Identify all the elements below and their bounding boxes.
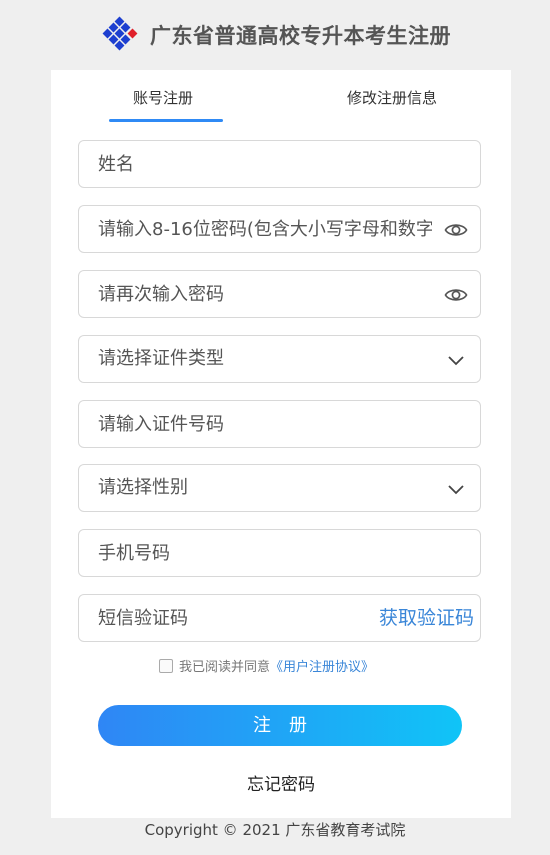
password-confirm-field (78, 270, 481, 318)
password-confirm-input[interactable] (79, 271, 480, 317)
eye-icon[interactable] (444, 283, 468, 307)
get-code-button[interactable]: 获取验证码 (379, 595, 474, 641)
tab-modify-registration[interactable]: 修改注册信息 (347, 87, 437, 108)
agreement-link[interactable]: 《用户注册协议》 (270, 660, 374, 675)
password-field (78, 205, 481, 253)
name-field (78, 140, 481, 188)
eye-icon[interactable] (444, 218, 468, 242)
sms-code-field: 获取验证码 (78, 594, 481, 642)
agreement-row: 我已阅读并同意《用户注册协议》 (159, 656, 374, 676)
id-type-label: 请选择证件类型 (98, 348, 224, 369)
logo-icon (102, 16, 138, 51)
name-input[interactable] (79, 141, 480, 187)
register-card: 账号注册 修改注册信息 请选择证件类型 请选择性别 (51, 70, 511, 818)
header: 广东省普通高校专升本考生注册 (0, 0, 550, 70)
id-number-field (78, 400, 481, 448)
id-type-select[interactable]: 请选择证件类型 (78, 335, 481, 383)
gender-label: 请选择性别 (98, 477, 188, 498)
password-input[interactable] (79, 206, 480, 252)
register-button[interactable]: 注册 (98, 705, 462, 746)
copyright: Copyright © 2021 广东省教育考试院 (144, 821, 406, 839)
phone-field (78, 529, 481, 577)
gender-select[interactable]: 请选择性别 (78, 464, 481, 512)
phone-input[interactable] (79, 530, 480, 576)
chevron-down-icon (448, 356, 464, 366)
active-tab-indicator (109, 119, 223, 122)
site-title: 广东省普通高校专升本考生注册 (150, 24, 451, 48)
chevron-down-icon (448, 485, 464, 495)
id-number-input[interactable] (79, 401, 480, 447)
agreement-text: 我已阅读并同意 (179, 660, 271, 675)
forgot-password-link[interactable]: 忘记密码 (51, 770, 511, 795)
agreement-checkbox[interactable] (159, 659, 173, 673)
tab-account-register[interactable]: 账号注册 (133, 87, 193, 108)
